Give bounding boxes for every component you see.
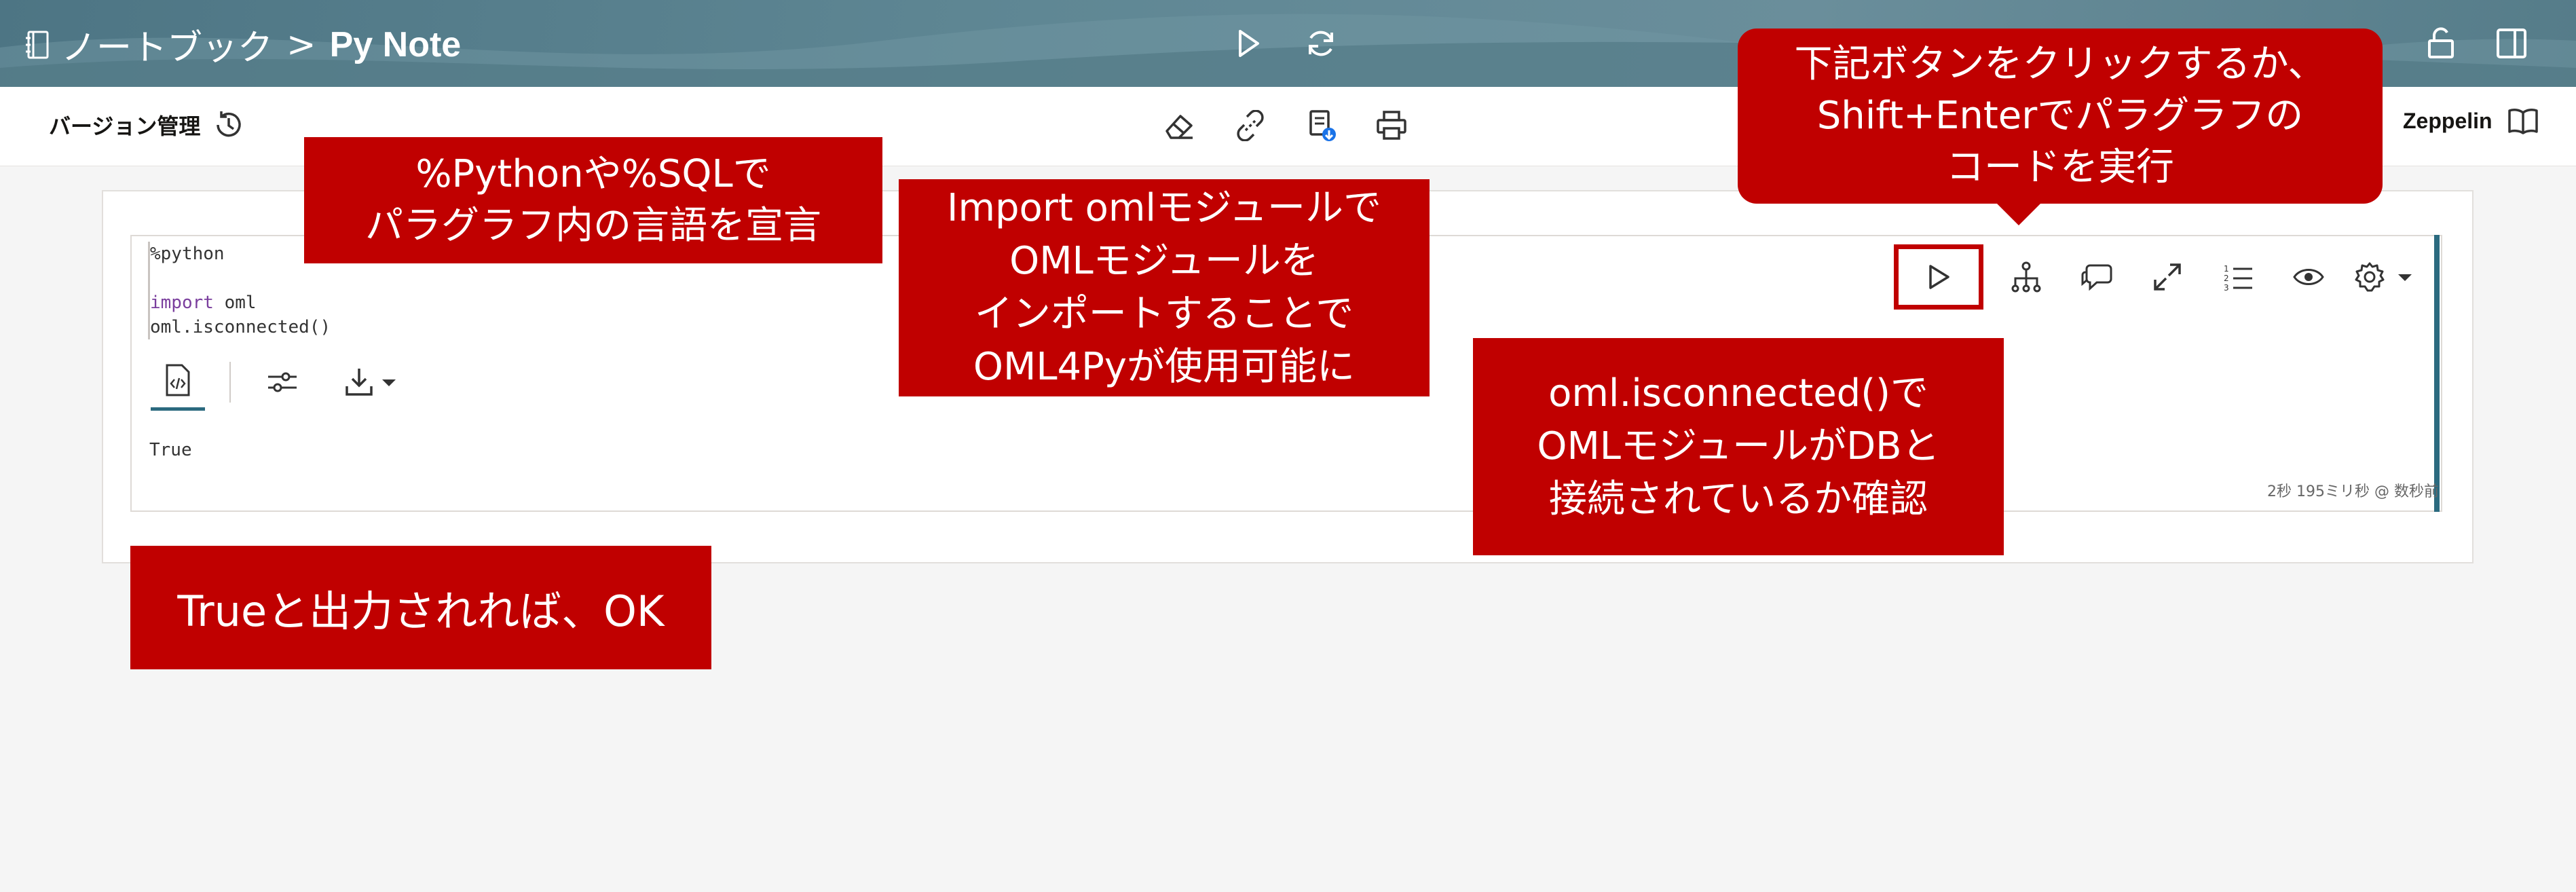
unlink-button[interactable] (1227, 102, 1274, 149)
unlink-icon (1237, 110, 1264, 141)
interpreter-label: Zeppelin (2403, 108, 2493, 133)
tab-download[interactable] (334, 355, 409, 409)
side-panel-icon (2497, 29, 2526, 58)
tab-settings[interactable] (255, 355, 310, 409)
expand-button[interactable] (2140, 249, 2195, 305)
chevron-down-icon (2398, 274, 2412, 281)
dependencies-button[interactable] (1998, 249, 2054, 305)
code-line-3: import oml (150, 291, 331, 315)
notebook-export-icon (1309, 110, 1336, 141)
breadcrumb: ノートブック > Py Note (24, 19, 461, 70)
annotation-run-pointer (1996, 202, 2042, 225)
paragraph-settings-button[interactable] (2351, 249, 2419, 305)
result-view-tabs (151, 353, 409, 411)
svg-text:3: 3 (2224, 283, 2229, 292)
paragraph-selected-indicator (2434, 235, 2440, 512)
code-editor[interactable]: %python import oml oml.isconnected() (148, 242, 331, 339)
tab-code-result[interactable] (151, 353, 205, 411)
annotation-true-ok: Trueと出力されれば、OK (130, 546, 711, 669)
chevron-down-icon (382, 379, 396, 386)
svg-text:2: 2 (2224, 274, 2229, 283)
download-icon (346, 368, 396, 396)
annotation-run: 下記ボタンをクリックするか、 Shift+Enterでパラグラフの コードを実行 (1738, 29, 2383, 204)
sliders-icon (268, 372, 297, 392)
play-icon (1239, 30, 1259, 57)
code-module: oml (224, 293, 257, 313)
refresh-icon (1309, 31, 1333, 56)
history-icon (217, 111, 242, 137)
interpreter-selector[interactable]: Zeppelin (2403, 107, 2539, 134)
visibility-button[interactable] (2281, 249, 2336, 305)
print-button[interactable] (1368, 102, 1415, 149)
comment-icon (2081, 264, 2112, 291)
comments-button[interactable] (2069, 249, 2125, 305)
run-paragraph-button[interactable] (1894, 244, 1983, 310)
annotation-language: %Pythonや%SQLで パラグラフ内の言語を宣言 (304, 137, 882, 263)
clear-output-button[interactable] (1155, 102, 1203, 149)
unlock-icon (2428, 27, 2454, 58)
refresh-button[interactable] (1296, 19, 1345, 68)
panel-toggle-button[interactable] (2487, 19, 2536, 68)
annotation-isconnected: oml.isconnected()で OMLモジュールがDBと 接続されているか… (1473, 338, 2004, 555)
play-icon (1929, 265, 1949, 289)
paragraph-output: True (149, 440, 192, 460)
breadcrumb-notebooks[interactable]: ノートブック (61, 19, 273, 70)
run-all-button[interactable] (1224, 19, 1273, 68)
execution-time: 2秒 195ミリ秒 @ 数秒前 (2267, 483, 2439, 500)
annotation-import: Import omlモジュールで OMLモジュールを インポートすることで OM… (899, 179, 1430, 396)
hierarchy-icon (2011, 261, 2041, 293)
tab-divider (229, 361, 231, 403)
notebook-icon (24, 30, 52, 60)
svg-text:1: 1 (2224, 264, 2229, 274)
notebook-title: Py Note (329, 24, 462, 64)
unlock-button[interactable] (2416, 19, 2465, 68)
eraser-icon (1165, 115, 1193, 139)
printer-icon (1377, 111, 1406, 140)
version-control-label: バージョン管理 (49, 113, 201, 139)
gear-icon (2355, 262, 2412, 292)
code-file-icon (166, 364, 190, 396)
breadcrumb-separator: > (286, 24, 316, 65)
paragraph-actions: 123 (1894, 244, 2419, 310)
code-line-4: oml.isconnected() (150, 317, 331, 337)
expand-icon (2154, 263, 2181, 291)
line-numbers-button[interactable]: 123 (2210, 249, 2266, 305)
eye-icon (2293, 269, 2324, 285)
numbered-list-icon: 123 (2224, 264, 2252, 292)
code-keyword: import (150, 293, 214, 313)
book-icon (2507, 109, 2538, 134)
version-control[interactable]: バージョン管理 (49, 109, 245, 141)
export-button[interactable] (1298, 102, 1345, 149)
